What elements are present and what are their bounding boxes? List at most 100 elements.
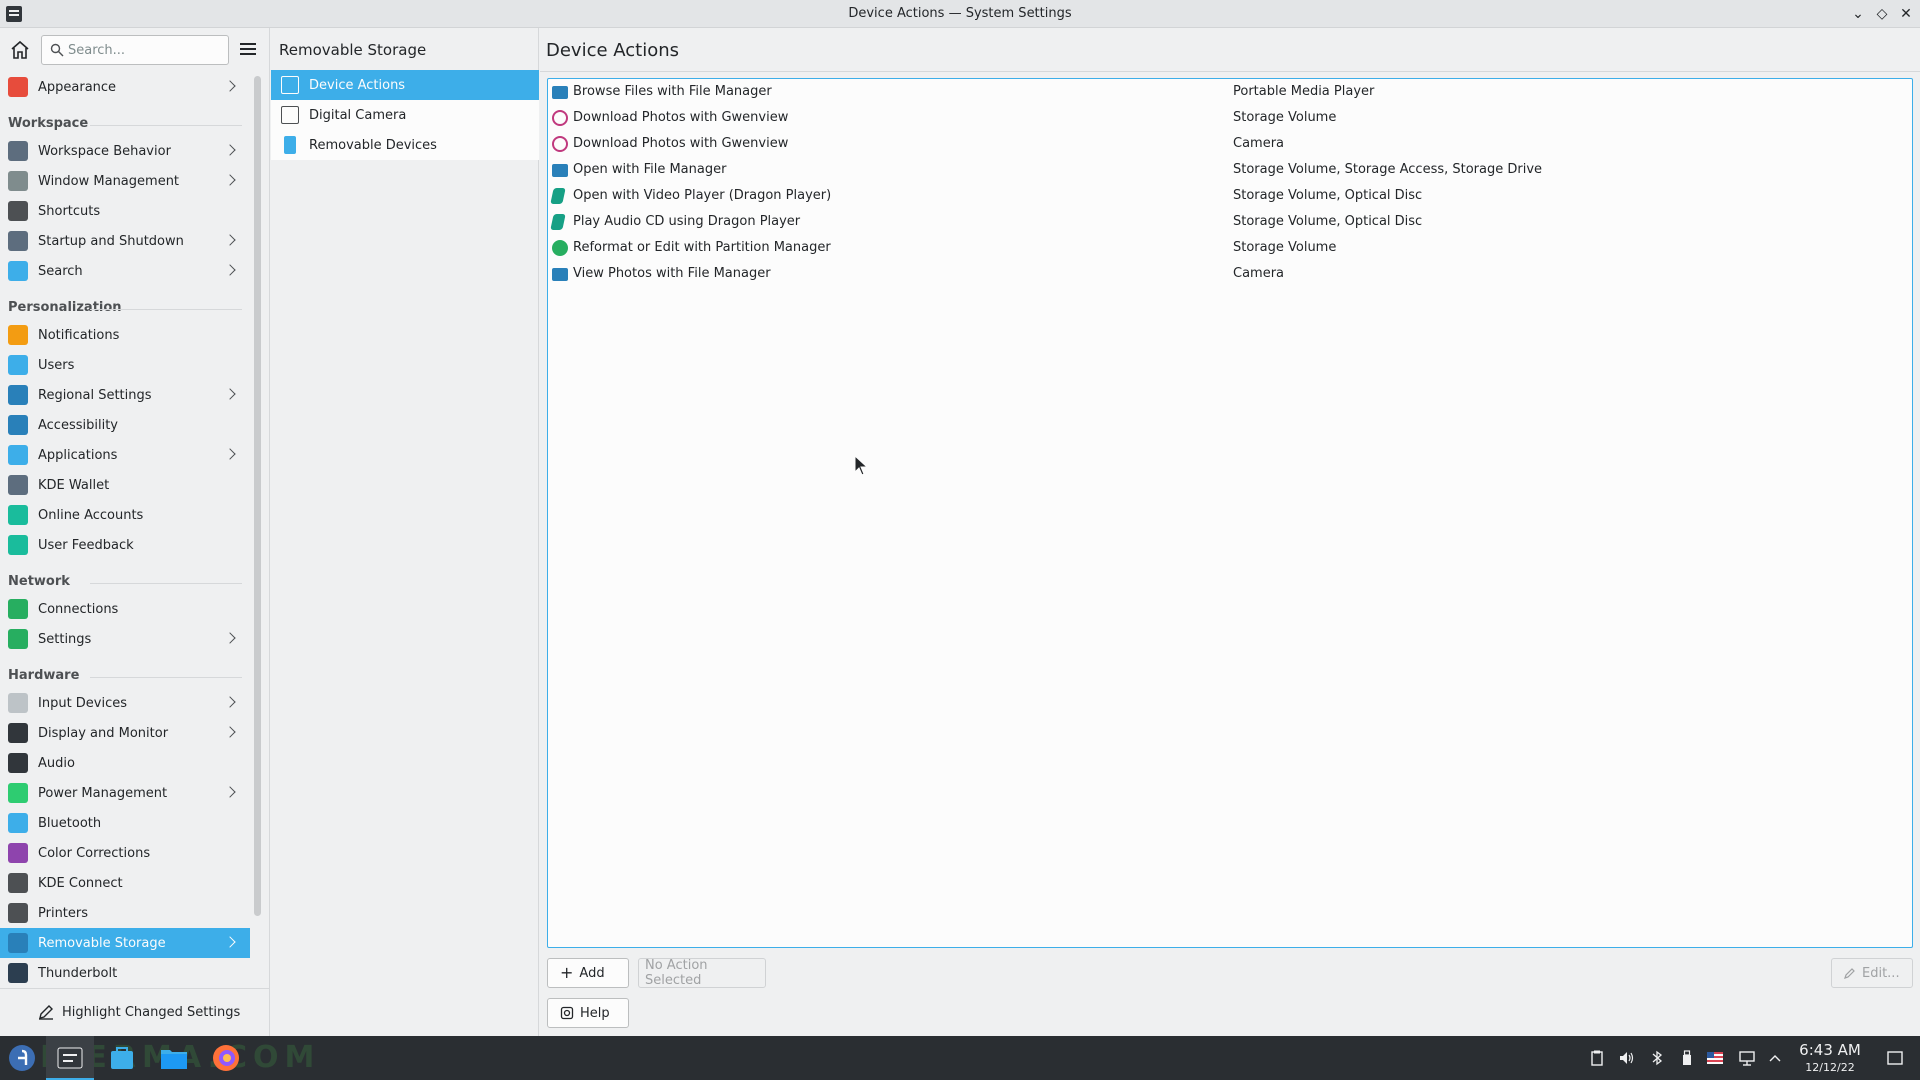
help-icon <box>560 1006 574 1020</box>
sidebar-item-kde-wallet[interactable]: KDE Wallet <box>0 470 250 500</box>
sidebar-item-accessibility[interactable]: Accessibility <box>0 410 250 440</box>
sidebar-item-label: Audio <box>38 755 75 771</box>
no-action-selected-button[interactable]: No Action Selected <box>638 958 766 988</box>
power-icon <box>8 783 28 803</box>
sidebar-item-search[interactable]: Search <box>0 256 250 286</box>
action-name: View Photos with File Manager <box>573 266 771 281</box>
bluetooth-tray-icon[interactable] <box>1648 1049 1666 1067</box>
sidebar-item-connections[interactable]: Connections <box>0 594 250 624</box>
edit-button[interactable]: Edit... <box>1831 958 1913 988</box>
sidebar-item-display-and-monitor[interactable]: Display and Monitor <box>0 718 250 748</box>
file-manager-icon[interactable] <box>158 1042 190 1074</box>
close-button[interactable]: ✕ <box>1896 4 1916 24</box>
monitor-icon <box>8 723 28 743</box>
home-button[interactable] <box>8 38 32 62</box>
action-row[interactable]: Browse Files with File Manager Portable M… <box>548 79 1912 105</box>
action-row[interactable]: Reformat or Edit with Partition Manager S… <box>548 235 1912 261</box>
storage-item-digital-camera[interactable]: Digital Camera <box>271 100 539 130</box>
chevron-right-icon <box>224 631 238 645</box>
sidebar-item-workspace-behavior[interactable]: Workspace Behavior <box>0 136 250 166</box>
clock-time[interactable]: 6:43 AM <box>1790 1041 1870 1059</box>
storage-item-device-actions[interactable]: Device Actions <box>271 70 539 100</box>
clipboard-tray-icon[interactable] <box>1588 1049 1606 1067</box>
volume-tray-icon[interactable] <box>1618 1049 1636 1067</box>
removable-device-tray-icon[interactable] <box>1678 1049 1696 1067</box>
highlight-changed-settings-label: Highlight Changed Settings <box>62 1004 241 1020</box>
fedora-launcher-icon[interactable] <box>6 1042 38 1074</box>
color-corrections-icon <box>8 843 28 863</box>
sidebar-item-power-management[interactable]: Power Management <box>0 778 250 808</box>
sidebar-item-bluetooth[interactable]: Bluetooth <box>0 808 250 838</box>
hamburger-menu-button[interactable] <box>238 40 258 60</box>
camera-icon <box>281 106 299 124</box>
sidebar-item-removable-storage[interactable]: Removable Storage <box>0 928 250 958</box>
sidebar-item-settings[interactable]: Settings <box>0 624 250 654</box>
folder-icon <box>552 86 568 99</box>
chevron-right-icon <box>224 725 238 739</box>
sidebar-item-online-accounts[interactable]: Online Accounts <box>0 500 250 530</box>
sidebar-item-user-feedback[interactable]: User Feedback <box>0 530 250 560</box>
system-settings-task-icon[interactable] <box>54 1042 86 1074</box>
search-field[interactable] <box>41 35 229 65</box>
help-button[interactable]: Help <box>547 998 629 1028</box>
sidebar-item-regional-settings[interactable]: Regional Settings <box>0 380 250 410</box>
clock-date[interactable]: 12/12/22 <box>1790 1061 1870 1074</box>
search-input[interactable] <box>68 40 218 60</box>
sidebar-item-startup-and-shutdown[interactable]: Startup and Shutdown <box>0 226 250 256</box>
mouse-cursor-icon <box>854 455 868 476</box>
device-actions-list[interactable]: Browse Files with File Manager Portable M… <box>547 78 1913 948</box>
tray-expand-chevron-icon[interactable] <box>1766 1049 1784 1067</box>
sidebar-item-label: Input Devices <box>38 695 128 711</box>
storage-item-removable-devices[interactable]: Removable Devices <box>271 130 539 160</box>
highlight-changed-settings-button[interactable]: Highlight Changed Settings <box>38 999 240 1025</box>
chevron-right-icon <box>224 387 238 401</box>
sidebar-item-audio[interactable]: Audio <box>0 748 250 778</box>
sidebar-item-notifications[interactable]: Notifications <box>0 320 250 350</box>
action-row[interactable]: Download Photos with Gwenview Camera <box>548 131 1912 157</box>
sidebar-item-shortcuts[interactable]: Shortcuts <box>0 196 250 226</box>
appearance-icon <box>8 77 28 97</box>
help-button-label: Help <box>580 1005 610 1021</box>
minimize-button[interactable]: ⌄ <box>1848 4 1868 24</box>
window-title: Device Actions — System Settings <box>848 6 1072 21</box>
firefox-icon[interactable] <box>210 1042 242 1074</box>
sidebar-category-hardware: Hardware <box>0 654 250 688</box>
sidebar-item-label: Bluetooth <box>38 815 102 831</box>
sidebar-item-thunderbolt[interactable]: Thunderbolt <box>0 958 250 988</box>
search-settings-icon <box>8 261 28 281</box>
window-management-icon <box>8 171 28 191</box>
sidebar-item-label: Search <box>38 263 83 279</box>
show-desktop-icon[interactable] <box>1886 1049 1904 1067</box>
chevron-right-icon <box>224 79 238 93</box>
sidebar-item-users[interactable]: Users <box>0 350 250 380</box>
edit-button-label: Edit... <box>1862 965 1900 981</box>
sidebar-item-label: Window Management <box>38 173 180 189</box>
sidebar-item-printers[interactable]: Printers <box>0 898 250 928</box>
workspace-behavior-icon <box>8 141 28 161</box>
action-row[interactable]: Play Audio CD using Dragon Player Storage… <box>548 209 1912 235</box>
action-row[interactable]: Open with Video Player (Dragon Player) St… <box>548 183 1912 209</box>
discover-store-icon[interactable] <box>106 1042 138 1074</box>
network-tray-icon[interactable] <box>1738 1049 1756 1067</box>
sidebar-item-input-devices[interactable]: Input Devices <box>0 688 250 718</box>
chevron-right-icon <box>224 695 238 709</box>
sidebar-item-label: Users <box>38 357 75 373</box>
keyboard-layout-flag-icon[interactable] <box>1706 1049 1724 1067</box>
phone-icon <box>8 873 28 893</box>
sidebar-item-window-management[interactable]: Window Management <box>0 166 250 196</box>
chevron-right-icon <box>224 785 238 799</box>
sidebar-scrollbar[interactable] <box>254 76 261 916</box>
maximize-button[interactable]: ◇ <box>1872 4 1892 24</box>
sidebar-item-appearance[interactable]: Appearance <box>0 72 250 102</box>
action-row[interactable]: Download Photos with Gwenview Storage Vol… <box>548 105 1912 131</box>
sidebar-item-applications[interactable]: Applications <box>0 440 250 470</box>
sidebar-item-color-corrections[interactable]: Color Corrections <box>0 838 250 868</box>
sidebar-item-label: Power Management <box>38 785 168 801</box>
action-row[interactable]: View Photos with File Manager Camera <box>548 261 1912 287</box>
action-row[interactable]: Open with File Manager Storage Volume, St… <box>548 157 1912 183</box>
add-button[interactable]: + Add <box>547 958 629 988</box>
middle-pane-title: Removable Storage <box>271 28 538 72</box>
storage-item-label: Device Actions <box>309 77 406 93</box>
sidebar-item-kde-connect[interactable]: KDE Connect <box>0 868 250 898</box>
accessibility-icon <box>8 415 28 435</box>
